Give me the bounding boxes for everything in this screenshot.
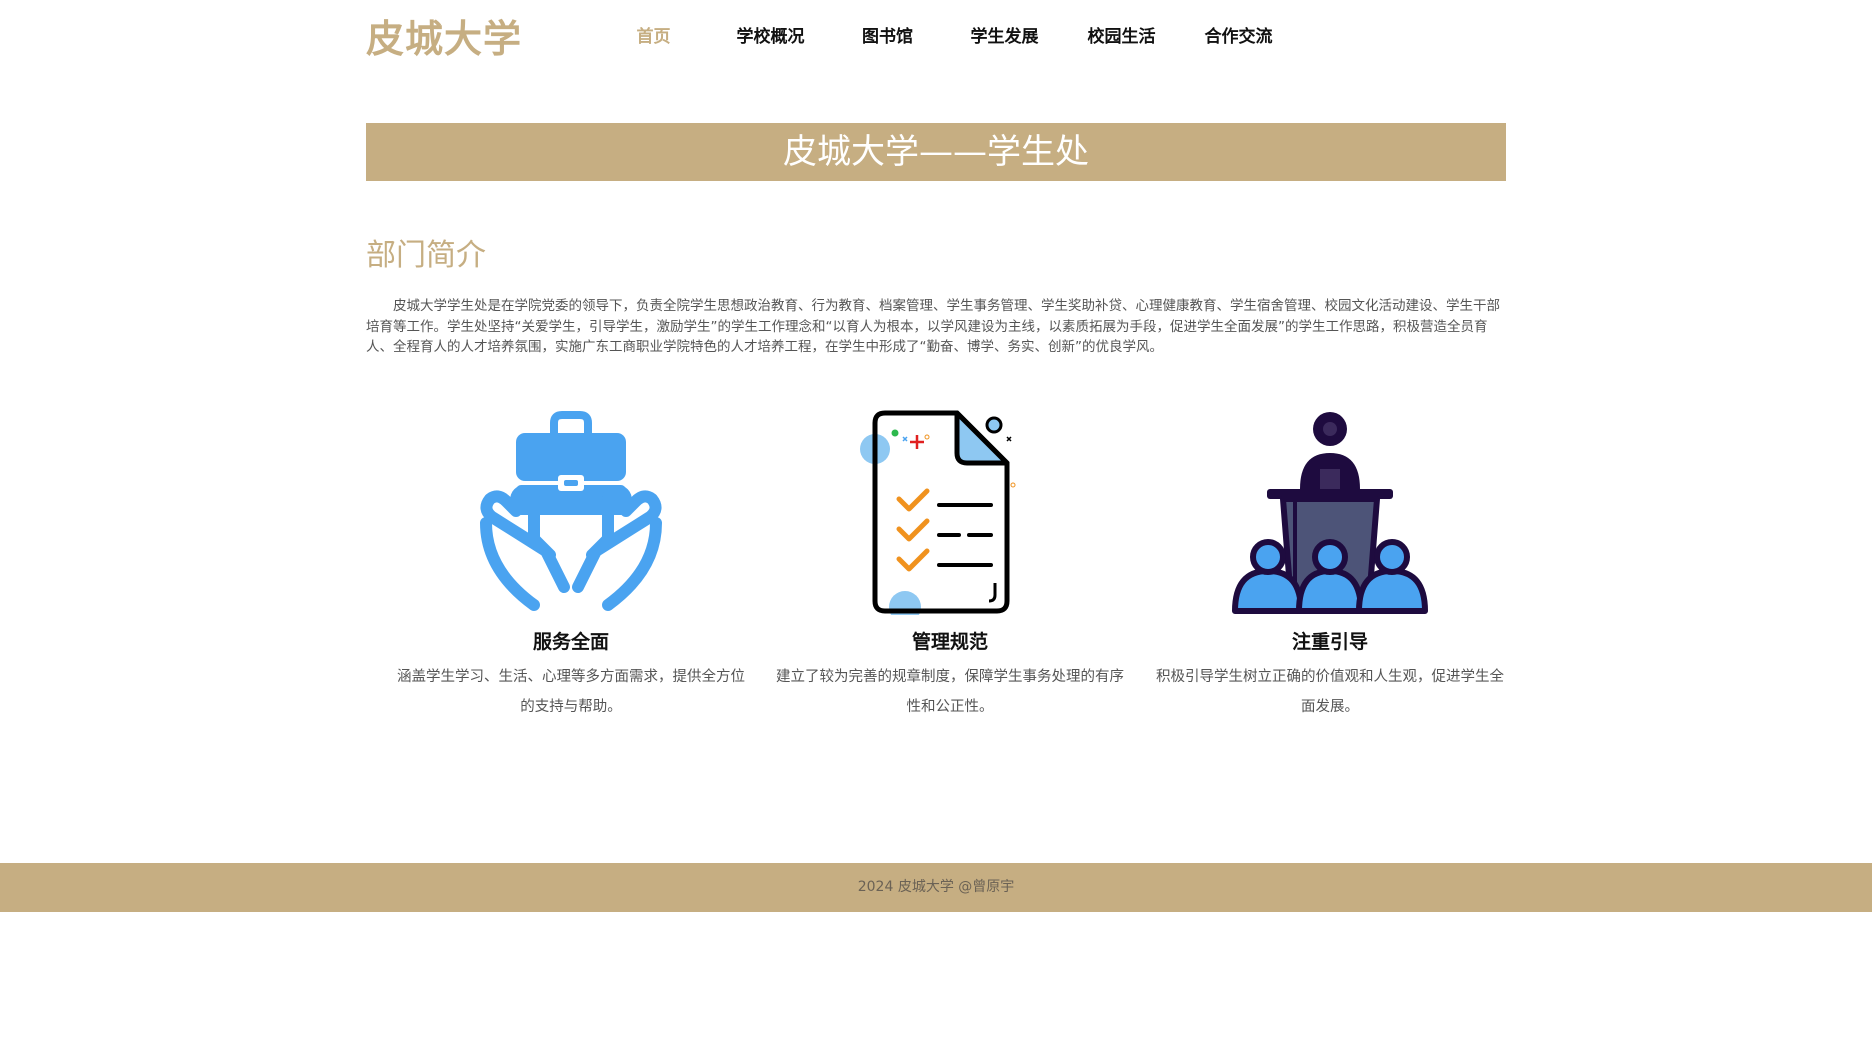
section-intro-text: 皮城大学学生处是在学院党委的领导下，负责全院学生思想政治教育、行为教育、档案管理… — [366, 298, 1500, 355]
speaker-audience-icon — [1232, 412, 1428, 614]
hands-briefcase-icon — [480, 411, 662, 611]
nav-about[interactable]: 学校概况 — [712, 22, 829, 47]
feature-card-management: 管理规范 建立了较为完善的规章制度，保障学生事务处理的有序性和公正性。 — [775, 405, 1125, 722]
feature-description: 涵盖学生学习、生活、心理等多方面需求，提供全方位的支持与帮助。 — [397, 669, 745, 715]
site-footer: 2024 皮城大学 @曾原宇 — [0, 863, 1872, 912]
feature-description: 积极引导学生树立正确的价值观和人生观，促进学生全面发展。 — [1156, 669, 1504, 715]
feature-title: 注重引导 — [1291, 631, 1368, 653]
checklist-document-icon — [860, 410, 1016, 615]
feature-card-service: 服务全面 涵盖学生学习、生活、心理等多方面需求，提供全方位的支持与帮助。 — [396, 405, 746, 722]
header: 皮城大学 首页 学校概况 图书馆 学生发展 校园生活 合作交流 — [0, 0, 1872, 70]
nav-home[interactable]: 首页 — [595, 22, 712, 47]
main-nav: 首页 学校概况 图书馆 学生发展 校园生活 合作交流 — [595, 22, 1297, 47]
feature-description: 建立了较为完善的规章制度，保障学生事务处理的有序性和公正性。 — [776, 669, 1124, 715]
nav-student-development[interactable]: 学生发展 — [946, 22, 1063, 47]
nav-cooperation[interactable]: 合作交流 — [1180, 22, 1297, 47]
nav-library[interactable]: 图书馆 — [829, 22, 946, 47]
site-logo[interactable]: 皮城大学 — [366, 8, 522, 63]
nav-campus-life[interactable]: 校园生活 — [1063, 22, 1180, 47]
feature-title: 服务全面 — [532, 631, 609, 653]
section-title: 部门简介 — [366, 238, 486, 273]
page-banner: 皮城大学——学生处 — [366, 123, 1506, 181]
feature-card-guidance: 注重引导 积极引导学生树立正确的价值观和人生观，促进学生全面发展。 — [1155, 405, 1505, 722]
feature-title: 管理规范 — [911, 631, 988, 653]
